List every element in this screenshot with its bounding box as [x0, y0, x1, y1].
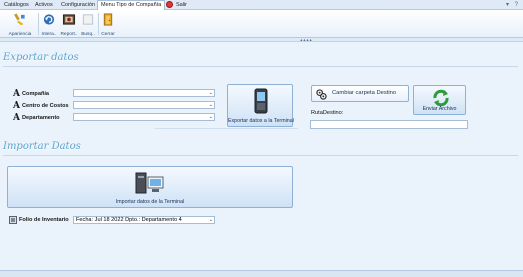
- main-content: Exportar datos A Compañía ⌄ A Centro de Co…: [0, 41, 523, 270]
- folder-gears-icon: [316, 89, 327, 100]
- tab-catalogos[interactable]: Catálogos: [4, 1, 29, 10]
- door-icon: [103, 13, 113, 26]
- route-input[interactable]: [310, 120, 468, 129]
- tab-activos[interactable]: Activos: [35, 1, 53, 10]
- menu-bar: Catálogos Activos Configuración Menu Tip…: [0, 0, 523, 10]
- report-button[interactable]: Report..: [59, 12, 79, 37]
- ribbon-toolbar: Apariencia Intera.. Report.. Busq.. Cerr…: [0, 10, 523, 38]
- export-button-label: Exportar datos a la Terminal: [228, 118, 294, 124]
- search-icon: [82, 14, 94, 25]
- ribbon-label: Cerrar: [101, 32, 115, 37]
- company-label: A Compañía: [13, 89, 50, 99]
- import-section-title: Importar Datos: [3, 141, 81, 152]
- export-to-terminal-button[interactable]: Exportar datos a la Terminal: [227, 84, 294, 127]
- import-button-label: Importar datos de la Terminal: [115, 199, 185, 205]
- ribbon-label: Busq..: [81, 32, 95, 37]
- export-section-title: Exportar datos: [3, 52, 79, 63]
- computer-icon: [135, 172, 164, 194]
- folio-label: Folio de Inventario: [19, 217, 69, 223]
- company-select[interactable]: ⌄: [73, 89, 215, 97]
- tab-salir[interactable]: Salir: [176, 1, 187, 10]
- ribbon-label: Intera..: [41, 32, 57, 37]
- window-controls[interactable]: ▾ ?: [506, 1, 520, 8]
- refresh-icon: [43, 14, 55, 25]
- cost-center-select[interactable]: ⌄: [73, 101, 215, 109]
- chevron-down-icon: ⌄: [208, 217, 213, 223]
- chevron-down-icon: ⌄: [208, 90, 213, 96]
- ribbon-label: Report..: [60, 32, 78, 37]
- status-bar: [0, 270, 523, 277]
- inventory-folio-icon: [9, 216, 17, 224]
- sync-arrows-icon: [433, 89, 449, 107]
- cost-center-label: A Centro de Costos: [13, 101, 69, 111]
- route-label: RutaDestino:: [311, 110, 344, 116]
- department-label: A Departamento: [13, 113, 60, 123]
- import-from-terminal-button[interactable]: Importar datos de la Terminal: [7, 166, 293, 208]
- brush-icon: [14, 13, 25, 26]
- chevron-down-icon: ⌄: [208, 114, 213, 120]
- change-folder-label: Cambiar carpeta Destino: [332, 90, 397, 96]
- chevron-down-icon: ⌄: [208, 102, 213, 108]
- department-select[interactable]: ⌄: [73, 113, 215, 121]
- tab-configuracion[interactable]: Configuración: [61, 1, 95, 10]
- folio-select[interactable]: Fecha: Jul 18 2022 Dpto.: Departamento 4…: [73, 216, 215, 224]
- send-file-button[interactable]: Enviar Archivo: [413, 85, 466, 115]
- handheld-terminal-icon: [254, 88, 268, 114]
- appearance-button[interactable]: Apariencia: [6, 12, 34, 37]
- exit-icon: [166, 1, 173, 8]
- tab-menu-tipo-compania[interactable]: Menu Tipo de Compañía: [97, 0, 166, 10]
- search-button[interactable]: Busq..: [80, 12, 96, 37]
- change-folder-button[interactable]: Cambiar carpeta Destino: [311, 85, 409, 102]
- ribbon-label: Apariencia: [8, 32, 32, 37]
- send-file-label: Enviar Archivo: [422, 106, 457, 112]
- report-icon: [62, 14, 76, 25]
- close-button[interactable]: Cerrar: [100, 12, 116, 37]
- folio-value: Fecha: Jul 18 2022 Dpto.: Departamento 4: [76, 217, 182, 223]
- interact-button[interactable]: Intera..: [40, 12, 58, 37]
